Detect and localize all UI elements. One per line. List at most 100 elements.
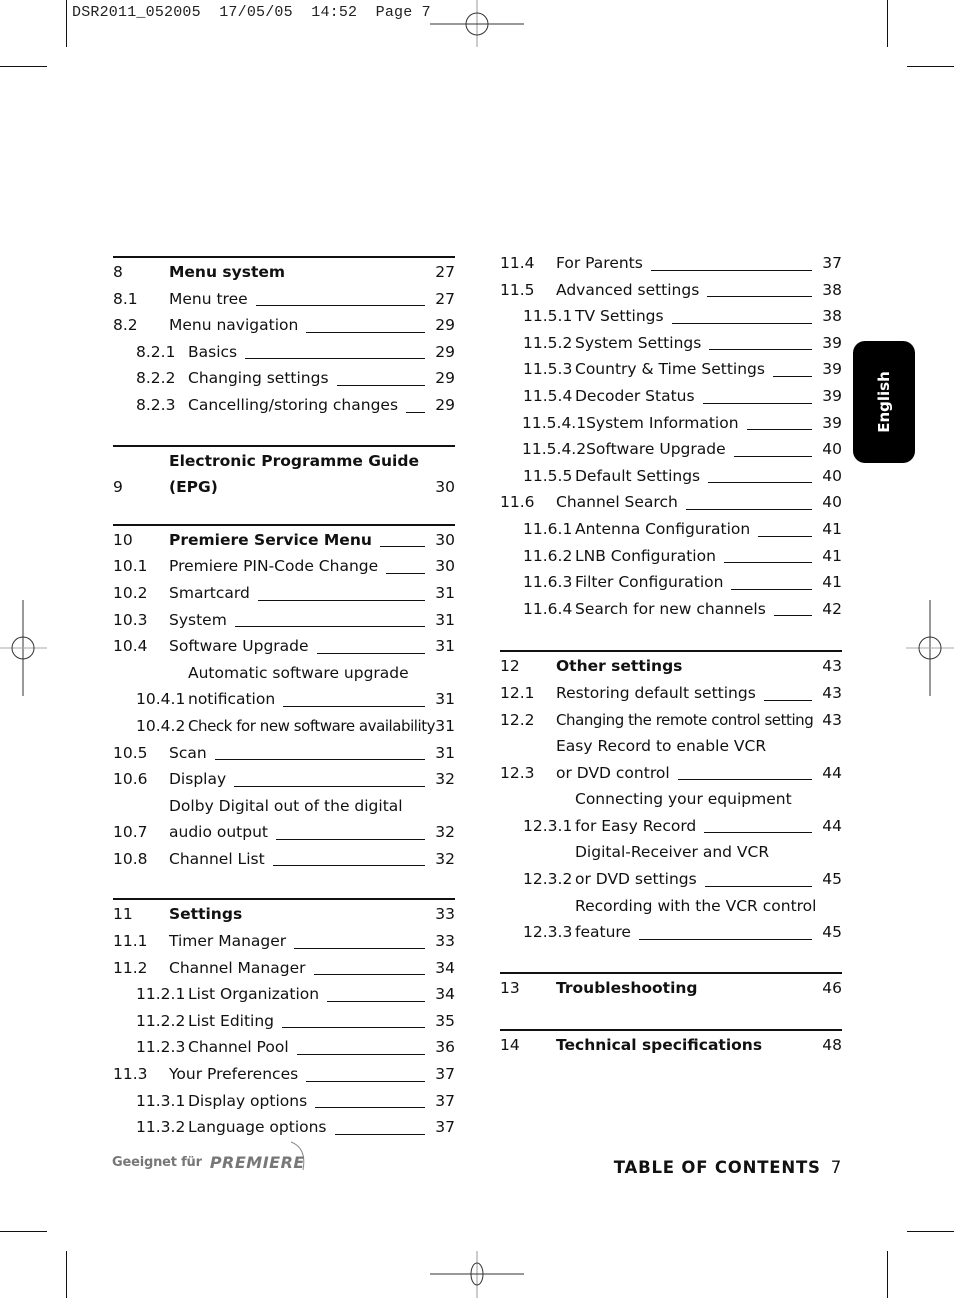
toc-title: System <box>169 610 227 629</box>
toc-entry-11-2[interactable]: 11.2 Channel Manager 34 <box>113 955 455 982</box>
toc-title: List Editing <box>188 1011 275 1030</box>
toc-entry-11-5-5[interactable]: 11.5.5 Default Settings 40 <box>500 463 842 490</box>
dot-leader <box>709 349 813 351</box>
toc-entry-11-4[interactable]: 11.4 For Parents 37 <box>500 250 842 277</box>
toc-entry-11-5-2[interactable]: 11.5.2 System Settings 39 <box>500 330 842 357</box>
toc-entry-12-3-2[interactable]: 12.3.2 Digital-Receiver and VCR or DVD set… <box>500 839 842 892</box>
toc-page-number: 43 <box>822 657 842 676</box>
toc-page-number: 29 <box>435 369 455 388</box>
toc-page-number: 37 <box>822 254 842 272</box>
toc-page-number: 30 <box>435 478 455 497</box>
language-tab: English <box>853 341 915 463</box>
toc-entry-11[interactable]: 11 Settings 33 <box>113 898 455 928</box>
toc-page-number: 34 <box>435 985 455 1004</box>
toc-entry-11-6-1[interactable]: 11.6.1 Antenna Configuration 41 <box>500 516 842 543</box>
toc-entry-10-2[interactable]: 10.2 Smartcard 31 <box>113 580 455 607</box>
dot-leader <box>746 429 813 431</box>
toc-entry-11-6[interactable]: 11.6 Channel Search 40 <box>500 489 842 516</box>
dot-leader <box>245 358 426 360</box>
toc-entry-13[interactable]: 13 Troubleshooting 46 <box>500 971 842 1002</box>
dot-leader <box>386 572 426 574</box>
crop-mark <box>66 1251 67 1298</box>
toc-entry-12-3-3[interactable]: 12.3.3 Recording with the VCR control feat… <box>500 893 842 946</box>
toc-entry-9[interactable]: 9 Electronic Programme Guide (EPG) 30 <box>113 444 455 501</box>
dot-leader <box>315 1107 426 1109</box>
toc-entry-8-2[interactable]: 8.2 Menu navigation 29 <box>113 312 455 339</box>
toc-entry-11-6-2[interactable]: 11.6.2 LNB Configuration 41 <box>500 543 842 570</box>
toc-entry-11-2-3[interactable]: 11.2.3 Channel Pool 36 <box>113 1034 455 1061</box>
toc-number: 11.2.2 <box>136 1011 186 1030</box>
toc-entry-14[interactable]: 14 Technical specifications 48 <box>500 1029 842 1059</box>
toc-number: 11.2.3 <box>136 1038 186 1057</box>
toc-page-number: 30 <box>435 530 455 549</box>
toc-page-number: 48 <box>822 1036 842 1055</box>
toc-page-number: 29 <box>435 395 455 414</box>
logo-brand: PREMIERE <box>209 1152 305 1172</box>
toc-title: Automatic software upgrade <box>188 663 409 682</box>
toc-number: 10.2 <box>113 583 148 602</box>
toc-entry-11-3-2[interactable]: 11.3.2 Language options 37 <box>113 1114 455 1141</box>
toc-entry-11-3-1[interactable]: 11.3.1 Display options 37 <box>113 1088 455 1115</box>
toc-entry-8-2-1[interactable]: 8.2.1 Basics 29 <box>113 339 455 366</box>
toc-entry-11-3[interactable]: 11.3 Your Preferences 37 <box>113 1061 455 1088</box>
toc-number: 11.5.4.2 <box>522 440 587 459</box>
crop-mark <box>907 1231 954 1232</box>
toc-entry-10-3[interactable]: 10.3 System 31 <box>113 607 455 634</box>
toc-number: 11.3.1 <box>136 1091 186 1110</box>
toc-title: Cancelling/storing changes <box>188 395 399 414</box>
toc-entry-10-4-2[interactable]: 10.4.2 Check for new software availabilit… <box>113 713 455 740</box>
toc-number: 8 <box>113 263 123 281</box>
toc-entry-10-7[interactable]: 10.7 Dolby Digital out of the digital audi… <box>113 793 455 846</box>
toc-entry-11-5[interactable]: 11.5 Advanced settings 38 <box>500 277 842 304</box>
toc-entry-10-5[interactable]: 10.5 Scan 31 <box>113 740 455 767</box>
toc-number: 10.5 <box>113 743 148 762</box>
dot-leader <box>638 938 813 940</box>
toc-entry-10-6[interactable]: 10.6 Display 32 <box>113 766 455 793</box>
toc-entry-10-4-1[interactable]: 10.4.1 Automatic software upgrade notifica… <box>113 660 455 713</box>
toc-entry-12-3[interactable]: 12.3 Easy Record to enable VCR or DVD cont… <box>500 733 842 786</box>
toc-entry-10-4[interactable]: 10.4 Software Upgrade 31 <box>113 633 455 660</box>
toc-entry-8[interactable]: 8 Menu system 27 <box>113 256 455 286</box>
toc-entry-11-2-1[interactable]: 11.2.1 List Organization 34 <box>113 981 455 1008</box>
toc-number: 10.7 <box>113 823 148 842</box>
toc-entry-10[interactable]: 10 Premiere Service Menu 30 <box>113 523 455 554</box>
toc-entry-11-1[interactable]: 11.1 Timer Manager 33 <box>113 928 455 955</box>
toc-page-number: 32 <box>435 823 455 842</box>
toc-number: 12.3 <box>500 763 535 782</box>
toc-page-number: 38 <box>822 280 842 299</box>
toc-number: 11.5.4 <box>523 386 573 405</box>
dot-leader <box>704 885 813 887</box>
toc-entry-12-3-1[interactable]: 12.3.1 Connecting your equipment for Easy … <box>500 786 842 839</box>
toc-entry-11-5-4[interactable]: 11.5.4 Decoder Status 39 <box>500 383 842 410</box>
toc-entry-8-1[interactable]: 8.1 Menu tree 27 <box>113 286 455 313</box>
toc-page-number: 38 <box>822 307 842 326</box>
toc-number: 12.1 <box>500 683 535 702</box>
toc-entry-12-2[interactable]: 12.2 Changing the remote control setting 4… <box>500 707 842 734</box>
toc-page-number: 46 <box>822 978 842 997</box>
toc-title: For Parents <box>556 254 643 272</box>
toc-entry-11-5-4-2[interactable]: 11.5.4.2 Software Upgrade 40 <box>500 436 842 463</box>
toc-entry-8-2-3[interactable]: 8.2.3 Cancelling/storing changes 29 <box>113 392 455 419</box>
dot-leader <box>257 599 426 601</box>
toc-entry-8-2-2[interactable]: 8.2.2 Changing settings 29 <box>113 365 455 392</box>
toc-entry-12-1[interactable]: 12.1 Restoring default settings 43 <box>500 680 842 707</box>
dot-leader <box>379 546 426 548</box>
toc-number: 10.4 <box>113 637 148 656</box>
dot-leader <box>313 974 426 976</box>
toc-entry-12[interactable]: 12 Other settings 43 <box>500 650 842 680</box>
toc-entry-11-6-4[interactable]: 11.6.4 Search for new channels 42 <box>500 596 842 623</box>
toc-number: 11 <box>113 905 133 924</box>
toc-entry-11-5-1[interactable]: 11.5.1 TV Settings 38 <box>500 303 842 330</box>
toc-entry-11-5-4-1[interactable]: 11.5.4.1 System Information 39 <box>500 410 842 437</box>
dot-leader <box>773 615 813 617</box>
toc-title: Decoder Status <box>575 386 695 405</box>
toc-entry-10-8[interactable]: 10.8 Channel List 32 <box>113 846 455 873</box>
dot-leader <box>772 375 813 377</box>
toc-entry-11-5-3[interactable]: 11.5.3 Country & Time Settings 39 <box>500 356 842 383</box>
toc-entry-11-2-2[interactable]: 11.2.2 List Editing 35 <box>113 1008 455 1035</box>
toc-entry-11-6-3[interactable]: 11.6.3 Filter Configuration 41 <box>500 569 842 596</box>
toc-title: notification <box>188 690 276 709</box>
toc-entry-10-1[interactable]: 10.1 Premiere PIN-Code Change 30 <box>113 553 455 580</box>
